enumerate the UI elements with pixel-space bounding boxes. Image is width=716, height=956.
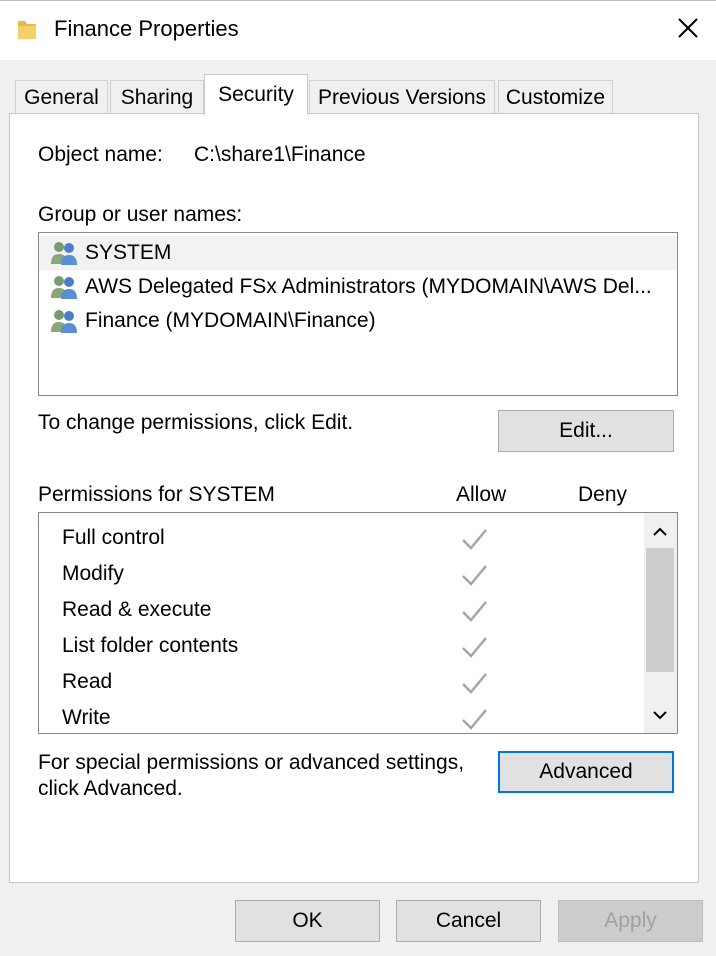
user-group-icon — [51, 310, 77, 333]
allow-check-icon — [462, 529, 487, 550]
tab-label: Sharing — [120, 85, 194, 109]
advanced-hint-line1: For special permissions or advanced sett… — [38, 751, 465, 774]
permission-row-modify: Modify — [39, 556, 639, 592]
cancel-button-label: Cancel — [435, 909, 502, 932]
permission-name: Full control — [62, 526, 165, 549]
scroll-down-icon[interactable] — [646, 700, 674, 730]
change-permissions-hint: To change permissions, click Edit. — [38, 411, 354, 434]
advanced-button[interactable]: Advanced — [498, 751, 674, 793]
user-group-icon — [51, 276, 77, 299]
advanced-hint-line2: click Advanced. — [38, 777, 183, 800]
permission-row-write: Write — [39, 700, 639, 733]
allow-check-icon — [462, 637, 487, 658]
tab-label: Previous Versions — [317, 85, 487, 109]
group-list-label: Group or user names: — [38, 203, 243, 226]
tab-security[interactable]: Security — [204, 74, 308, 115]
group-name: Finance (MYDOMAIN\Finance) — [85, 309, 376, 332]
scroll-up-icon[interactable] — [646, 517, 674, 547]
permission-row-read-execute: Read & execute — [39, 592, 639, 628]
edit-button-label: Edit... — [559, 419, 613, 442]
permission-name: Modify — [62, 562, 124, 585]
group-user-list[interactable]: SYSTEM AWS Delegated FSx Administrators … — [38, 232, 678, 396]
close-icon[interactable] — [672, 12, 704, 44]
permission-name: Read & execute — [62, 598, 212, 621]
permission-row-list-folder-contents: List folder contents — [39, 628, 639, 664]
group-item-aws-delegated[interactable]: AWS Delegated FSx Administrators (MYDOMA… — [39, 270, 677, 304]
ok-button[interactable]: OK — [235, 900, 380, 942]
cancel-button[interactable]: Cancel — [396, 900, 541, 942]
object-name-label: Object name: — [38, 143, 163, 166]
advanced-button-label: Advanced — [539, 760, 633, 783]
ok-button-label: OK — [292, 909, 323, 932]
permissions-for-label: Permissions for SYSTEM — [38, 483, 275, 506]
allow-column-header: Allow — [456, 483, 507, 506]
allow-check-icon — [462, 673, 487, 694]
tab-label: General — [24, 85, 99, 109]
tab-sharing[interactable]: Sharing — [110, 80, 204, 114]
permission-name: Read — [62, 670, 113, 693]
permission-row-read: Read — [39, 664, 639, 700]
deny-column-header: Deny — [578, 483, 628, 506]
group-name: AWS Delegated FSx Administrators (MYDOMA… — [85, 275, 652, 298]
group-item-system[interactable]: SYSTEM — [39, 236, 677, 270]
allow-check-icon — [462, 565, 487, 586]
tab-label: Security — [218, 83, 294, 106]
tab-general[interactable]: General — [15, 80, 108, 114]
allow-check-icon — [462, 709, 487, 730]
window-title: Finance Properties — [54, 16, 239, 41]
tab-label: Customize — [505, 85, 606, 109]
permission-name: List folder contents — [62, 634, 239, 657]
permission-row-full-control: Full control — [39, 520, 639, 556]
group-name: SYSTEM — [85, 241, 172, 264]
permission-name: Write — [62, 706, 111, 729]
apply-button-label: Apply — [604, 909, 657, 932]
tab-previous-versions[interactable]: Previous Versions — [309, 80, 495, 114]
user-group-icon — [51, 242, 77, 265]
edit-button[interactable]: Edit... — [498, 410, 674, 452]
scrollbar-thumb[interactable] — [646, 548, 674, 672]
apply-button[interactable]: Apply — [558, 900, 703, 942]
group-item-finance[interactable]: Finance (MYDOMAIN\Finance) — [39, 304, 677, 338]
tab-customize[interactable]: Customize — [498, 80, 613, 114]
object-name-value: C:\share1\Finance — [194, 143, 366, 166]
allow-check-icon — [462, 601, 487, 622]
folder-icon — [18, 21, 36, 39]
permissions-list: Full control Modify Read & execute List … — [38, 512, 678, 734]
